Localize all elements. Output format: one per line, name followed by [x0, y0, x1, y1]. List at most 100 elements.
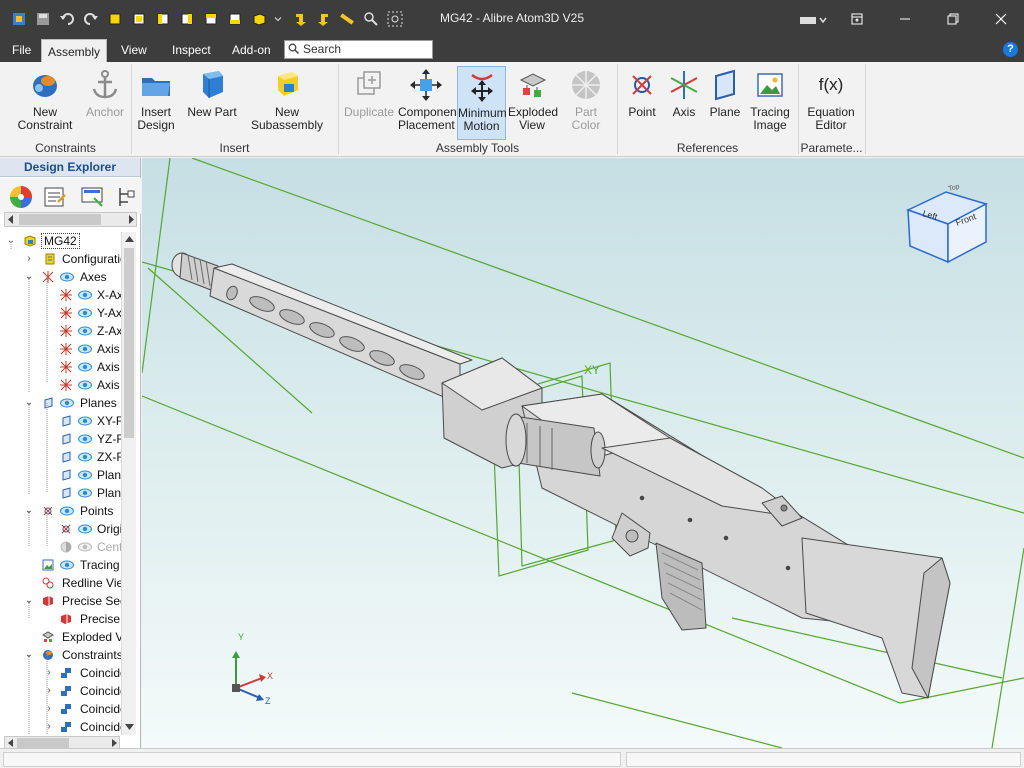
triad-x-label: X [267, 671, 273, 681]
menu-add-on[interactable]: Add-on [226, 38, 277, 62]
3d-viewport[interactable]: Top Left Front XY Y X Z [142, 158, 1024, 748]
tree-label: Plan [97, 486, 121, 500]
collapse-toggle[interactable]: ⌄ [24, 268, 34, 286]
visibility-eye-icon[interactable] [60, 506, 74, 516]
menu-file[interactable]: File [6, 38, 37, 62]
minimize-button[interactable] [882, 0, 928, 38]
tracing-image-icon [757, 73, 783, 97]
visibility-eye-icon[interactable] [78, 308, 92, 318]
visibility-eye-icon[interactable] [78, 380, 92, 390]
visibility-eye-icon[interactable] [60, 560, 74, 570]
visibility-eye-icon[interactable] [60, 272, 74, 282]
point-button[interactable]: Point [624, 66, 660, 140]
tree-vertical-scrollbar[interactable] [121, 232, 136, 735]
tree-label: Points [80, 504, 114, 518]
view-cube-bottom-icon[interactable] [226, 10, 244, 28]
undo-icon[interactable] [58, 10, 76, 28]
visibility-eye-icon[interactable] [78, 488, 92, 498]
menu-assembly[interactable]: Assembly [41, 39, 107, 62]
visibility-eye-icon[interactable] [78, 452, 92, 462]
arrow-up-yellow-icon[interactable] [314, 10, 332, 28]
quick-access-dropdown-icon[interactable] [272, 10, 284, 28]
measure-icon[interactable] [338, 10, 356, 28]
properties-tab-icon[interactable] [42, 184, 68, 210]
duplicate-button[interactable]: Duplicate [342, 66, 396, 140]
display-tab-icon[interactable] [80, 184, 106, 210]
new-part-button[interactable]: New Part [186, 66, 238, 140]
anchor-button[interactable]: Anchor [84, 66, 126, 140]
save-icon[interactable] [34, 10, 52, 28]
search-placeholder: Search [303, 42, 342, 56]
collapse-toggle[interactable]: ⌄ [6, 232, 16, 250]
view-cube-back-icon[interactable] [130, 10, 148, 28]
new-part-label: New Part [187, 105, 237, 119]
new-constraint-button[interactable]: New Constraint [6, 66, 84, 140]
expand-toggle[interactable]: › [24, 250, 34, 268]
close-button[interactable] [978, 0, 1024, 38]
color-wheel-tab-icon[interactable] [8, 184, 34, 210]
visibility-eye-icon[interactable] [60, 398, 74, 408]
expand-toggle[interactable]: › [44, 718, 54, 735]
exploded-view-button[interactable]: Exploded View [508, 66, 558, 140]
visibility-eye-icon[interactable] [78, 290, 92, 300]
restore-ribbon-icon[interactable] [834, 0, 880, 38]
component-placement-button[interactable]: Component Placement [398, 66, 460, 140]
tree-label: Configuration [62, 252, 121, 266]
redo-icon[interactable] [82, 10, 100, 28]
hidden-eye-icon[interactable] [78, 542, 92, 552]
visibility-eye-icon[interactable] [78, 326, 92, 336]
expand-toggle[interactable]: › [44, 682, 54, 700]
axis-button[interactable]: Axis [666, 66, 702, 140]
menu-view[interactable]: View [115, 38, 153, 62]
explorer-tabs-scrollbar[interactable] [4, 212, 137, 227]
tree-label: Axes [80, 270, 107, 284]
collapse-toggle[interactable]: ⌄ [24, 592, 34, 610]
tree-label: Coincide [80, 666, 121, 680]
collapse-toggle[interactable]: ⌄ [24, 646, 34, 664]
axis-item-icon [60, 361, 72, 373]
tree-label: Axis [97, 378, 120, 392]
new-subassembly-button[interactable]: New Subassembly [240, 66, 334, 140]
coincident-constraint-icon [61, 668, 71, 678]
display-mode-dropdown[interactable] [800, 14, 828, 26]
expand-toggle[interactable]: › [44, 700, 54, 718]
tree-label: Tracing [80, 558, 120, 572]
tracing-image-button[interactable]: Tracing Image [748, 66, 792, 140]
view-cube[interactable] [906, 191, 988, 264]
scrollbar-thumb[interactable] [124, 248, 134, 438]
visibility-eye-icon[interactable] [78, 344, 92, 354]
tree-label: Y-Ax [97, 306, 121, 320]
plane-button[interactable]: Plane [707, 66, 743, 140]
view-cube-front-icon[interactable] [106, 10, 124, 28]
view-cube-left-icon[interactable] [154, 10, 172, 28]
part-color-button[interactable]: Part Color [560, 66, 612, 140]
expand-toggle[interactable]: › [44, 664, 54, 682]
collapse-toggle[interactable]: ⌄ [24, 502, 34, 520]
help-icon[interactable]: ? [1003, 42, 1018, 57]
arrow-down-yellow-icon[interactable] [292, 10, 310, 28]
minimum-motion-button[interactable]: Minimum Motion [457, 66, 507, 140]
tree-tab-icon[interactable] [116, 184, 136, 210]
equation-editor-button[interactable]: f(x) Equation Editor [804, 66, 858, 140]
assembly-icon [24, 235, 36, 247]
visibility-eye-icon[interactable] [78, 470, 92, 480]
visibility-eye-icon[interactable] [78, 524, 92, 534]
zoom-icon[interactable] [362, 10, 380, 28]
search-input[interactable]: Search [284, 40, 433, 59]
new-part-icon [203, 71, 223, 98]
collapse-toggle[interactable]: ⌄ [24, 394, 34, 412]
group-label-parameters: Paramete... [800, 141, 863, 155]
visibility-eye-icon[interactable] [78, 434, 92, 444]
visibility-eye-icon[interactable] [78, 362, 92, 372]
part-color-icon [572, 71, 600, 99]
view-cube-iso-icon[interactable] [250, 10, 268, 28]
view-cube-right-icon[interactable] [178, 10, 196, 28]
status-pane-main [3, 752, 621, 767]
maximize-button[interactable] [930, 0, 976, 38]
menu-inspect[interactable]: Inspect [166, 38, 217, 62]
visibility-eye-icon[interactable] [78, 416, 92, 426]
insert-design-button[interactable]: Insert Design [134, 66, 178, 140]
tracing-icon [42, 559, 54, 571]
zoom-window-icon[interactable] [386, 10, 404, 28]
view-cube-top-icon[interactable] [202, 10, 220, 28]
